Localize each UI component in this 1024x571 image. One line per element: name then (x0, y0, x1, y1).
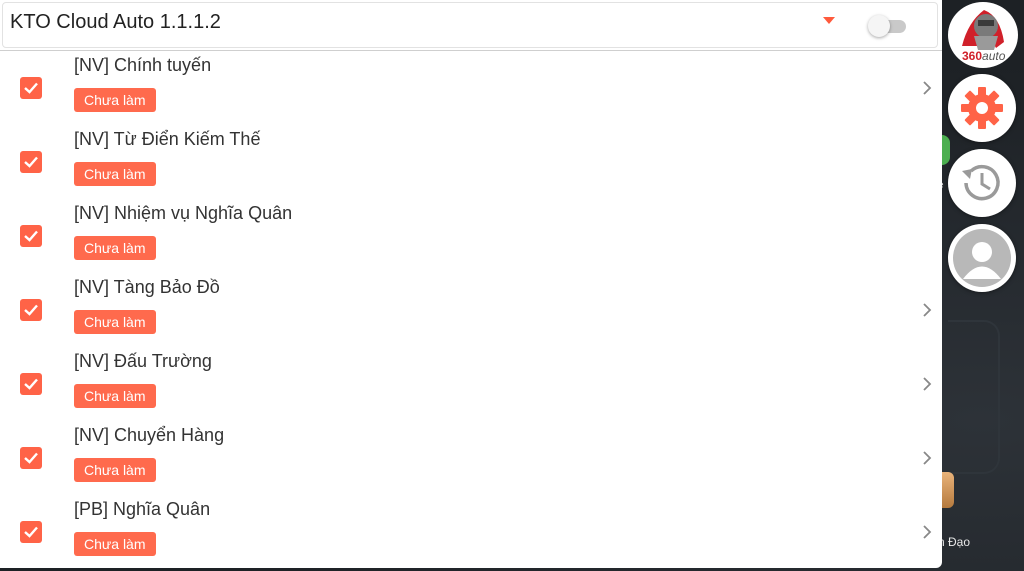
logo-sub: auto (982, 49, 1006, 63)
auto-toggle[interactable] (868, 15, 908, 37)
task-panel: KTO Cloud Auto 1.1.1.2 [NV] Chính tuyến C… (0, 0, 942, 568)
logo-number: 360 (962, 49, 983, 63)
task-row[interactable]: [PB] Nghĩa Quân Chưa làm (0, 496, 942, 568)
chevron-right-icon[interactable] (920, 524, 934, 540)
task-title: [NV] Từ Điển Kiếm Thế (74, 129, 261, 149)
task-checkbox[interactable] (20, 225, 42, 247)
checkmark-icon (24, 82, 38, 94)
task-title: [NV] Tàng Bảo Đồ (74, 277, 220, 297)
task-checkbox[interactable] (20, 77, 42, 99)
chevron-right-icon[interactable] (920, 302, 934, 318)
settings-button[interactable] (948, 74, 1016, 142)
task-row[interactable]: [NV] Đấu Trường Chưa làm (0, 348, 942, 422)
chevron-right-icon[interactable] (920, 376, 934, 392)
dropdown-caret-icon[interactable] (823, 17, 835, 24)
checkmark-icon (24, 526, 38, 538)
status-badge: Chưa làm (74, 236, 156, 260)
task-list: [NV] Chính tuyến Chưa làm [NV] Từ Điển Kiế… (0, 52, 942, 568)
task-row[interactable]: [NV] Tàng Bảo Đồ Chưa làm (0, 274, 942, 348)
task-row[interactable]: [NV] Từ Điển Kiếm Thế Chưa làm (0, 126, 942, 200)
task-checkbox[interactable] (20, 447, 42, 469)
status-badge: Chưa làm (74, 384, 156, 408)
checkmark-icon (24, 378, 38, 390)
checkmark-icon (24, 304, 38, 316)
task-title: [PB] Nghĩa Quân (74, 499, 211, 519)
task-title: [NV] Nhiệm vụ Nghĩa Quân (74, 203, 293, 223)
task-checkbox[interactable] (20, 373, 42, 395)
task-title: [NV] Chính tuyến (74, 55, 212, 75)
app-title: KTO Cloud Auto 1.1.1.2 (10, 11, 221, 33)
chevron-right-icon[interactable] (920, 80, 934, 96)
task-title: [NV] Chuyển Hàng (74, 425, 225, 445)
status-badge: Chưa làm (74, 458, 156, 482)
account-button[interactable] (948, 224, 1016, 292)
status-badge: Chưa làm (74, 310, 156, 334)
history-icon (962, 164, 1000, 201)
history-button[interactable] (948, 149, 1016, 217)
logo-label: 360auto (962, 49, 1005, 63)
checkmark-icon (24, 230, 38, 242)
task-row[interactable]: [NV] Chính tuyến Chưa làm (0, 52, 942, 126)
user-icon (953, 229, 1011, 287)
task-row[interactable]: [NV] Chuyển Hàng Chưa làm (0, 422, 942, 496)
gear-icon (961, 87, 1003, 129)
status-badge: Chưa làm (74, 532, 156, 556)
background-frame (948, 320, 1000, 474)
task-row[interactable]: [NV] Nhiệm vụ Nghĩa Quân Chưa làm (0, 200, 942, 274)
background-partial-label: n Đạo (938, 535, 971, 549)
task-checkbox[interactable] (20, 521, 42, 543)
toggle-knob (868, 15, 890, 37)
task-checkbox[interactable] (20, 299, 42, 321)
chevron-right-icon[interactable] (920, 450, 934, 466)
checkmark-icon (24, 452, 38, 464)
task-title: [NV] Đấu Trường (74, 351, 212, 371)
task-checkbox[interactable] (20, 151, 42, 173)
status-badge: Chưa làm (74, 162, 156, 186)
header-bar: KTO Cloud Auto 1.1.1.2 (0, 0, 942, 51)
logo-button[interactable]: 360auto (948, 2, 1018, 68)
checkmark-icon (24, 156, 38, 168)
status-badge: Chưa làm (74, 88, 156, 112)
